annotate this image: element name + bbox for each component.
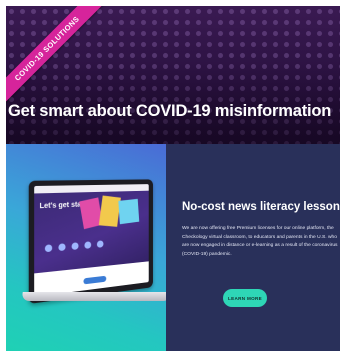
dot-icon — [58, 243, 66, 252]
dot-icon — [71, 242, 79, 250]
promo-description: We are now offering free Premium license… — [182, 226, 338, 257]
promo-text-panel: No-cost news literacy lessons We are now… — [166, 144, 346, 351]
covid-solutions-ribbon: COVID-19 SOLUTIONS — [6, 6, 107, 108]
laptop-illustration: Let's get started — [16, 179, 166, 330]
screen-icon-row — [44, 240, 104, 253]
screen-nav-bar — [34, 184, 149, 194]
dot-icon — [96, 240, 104, 248]
screen-button — [83, 275, 107, 285]
hero-banner: COVID-19 SOLUTIONS Get smart about COVID… — [6, 6, 340, 144]
laptop-base — [21, 292, 166, 301]
screen-art-card — [118, 198, 140, 225]
promo-section: Let's get started No-cost news literacy … — [6, 144, 346, 351]
laptop-lid: Let's get started — [28, 179, 153, 304]
promo-image-panel: Let's get started — [6, 144, 166, 351]
dot-icon — [84, 241, 92, 249]
hero-title: Get smart about COVID-19 misinformation — [8, 102, 332, 120]
promo-title: No-cost news literacy lessons — [182, 201, 346, 213]
laptop-screen: Let's get started — [34, 184, 149, 297]
dot-icon — [44, 244, 53, 253]
learn-more-button[interactable]: LEARN MORE — [223, 289, 267, 307]
